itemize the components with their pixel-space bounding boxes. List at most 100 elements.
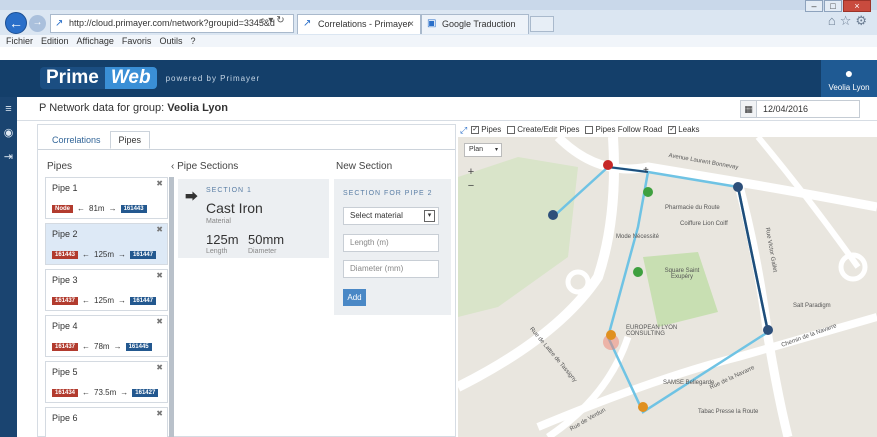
arrow-right-icon: → xyxy=(113,342,122,351)
checkbox-create-edit[interactable] xyxy=(507,126,516,134)
pipe-card[interactable]: Pipe 3 ✖ 161437 ← 125m → 161447 xyxy=(45,269,168,311)
menu-favoris[interactable]: Favoris xyxy=(122,35,152,47)
pipe-length: 125m xyxy=(94,250,115,259)
poi-label: Square Saint Exupéry xyxy=(664,268,700,280)
tab-correlations-panel[interactable]: Correlations xyxy=(43,131,110,149)
menu-edition[interactable]: Edition xyxy=(41,35,69,47)
address-bar[interactable]: ↗ http://cloud.primayer.com/network?grou… xyxy=(50,14,294,33)
date-picker[interactable]: ▦ 12/04/2016 xyxy=(740,100,860,118)
marker-orange[interactable] xyxy=(606,330,616,340)
new-tab-button[interactable] xyxy=(530,16,554,32)
checkbox-pipes[interactable]: ✓ xyxy=(471,126,480,134)
menu-fichier[interactable]: Fichier xyxy=(6,35,33,47)
menu-affichage[interactable]: Affichage xyxy=(77,35,114,47)
minimize-button[interactable]: – xyxy=(805,0,823,12)
hamburger-menu-icon[interactable]: ≡ xyxy=(0,97,17,121)
checkbox-leaks[interactable]: ✓ xyxy=(668,126,677,134)
zoom-out-button[interactable]: − xyxy=(464,179,478,193)
pipe-route: 161437 ← 78m → 161445 xyxy=(52,342,152,351)
close-icon[interactable]: ✖ xyxy=(156,271,163,280)
group-name: Veolia Lyon xyxy=(167,102,228,114)
add-section-button[interactable]: Add xyxy=(343,289,366,306)
arrow-right-icon: → xyxy=(108,204,117,213)
option-label: Leaks xyxy=(678,125,700,134)
search-icon[interactable]: ⌕ xyxy=(260,15,266,26)
refresh-icon[interactable]: ↻ xyxy=(276,15,284,26)
marker-blue[interactable] xyxy=(763,325,773,335)
section-material: Cast Iron xyxy=(206,200,263,216)
panel-splitter[interactable] xyxy=(169,177,174,437)
option-pipes[interactable]: ✓ Pipes xyxy=(471,123,501,137)
sign-out-icon[interactable]: ⇥ xyxy=(0,145,17,169)
pipe-card[interactable]: Pipe 5 ✖ 161434 ← 73.5m → 161427 xyxy=(45,361,168,403)
menu-outils[interactable]: Outils xyxy=(159,35,182,47)
map-type-select[interactable]: Plan ▾ xyxy=(464,143,502,157)
maximize-button[interactable]: □ xyxy=(824,0,842,12)
marker-blue[interactable] xyxy=(733,182,743,192)
close-icon[interactable]: ✖ xyxy=(156,225,163,234)
window-controls: – □ × xyxy=(805,0,871,12)
pipe-selected[interactable] xyxy=(736,186,770,333)
diameter-input[interactable]: Diameter (mm) xyxy=(343,260,439,278)
group-prefix: Network data for group: xyxy=(49,102,165,114)
option-follow-road[interactable]: Pipes Follow Road xyxy=(585,123,662,137)
checkbox-follow-road[interactable] xyxy=(585,126,594,134)
user-menu[interactable]: ● Veolia Lyon xyxy=(821,60,877,97)
gear-icon[interactable]: ⚙ xyxy=(855,13,871,28)
calendar-icon[interactable]: ▦ xyxy=(741,101,757,117)
pipe-card[interactable]: Pipe 2 ✖ 161443 ← 125m → 161447 xyxy=(45,223,168,265)
back-button[interactable]: ← xyxy=(5,12,27,34)
pipe-card[interactable]: Pipe 1 ✖ Node ← 81m → 161443 xyxy=(45,177,168,219)
option-leaks[interactable]: ✓ Leaks xyxy=(668,123,700,137)
section-diameter: 50mm xyxy=(248,232,285,247)
title-bar xyxy=(0,0,877,10)
close-icon[interactable]: ✖ xyxy=(156,409,163,418)
material-select[interactable]: Select material ▾ xyxy=(343,207,439,225)
pipe-length: 81m xyxy=(89,204,105,213)
zoom-in-button[interactable]: + xyxy=(464,165,478,179)
marker-red[interactable] xyxy=(603,160,613,170)
from-node-badge: 161437 xyxy=(52,342,79,351)
menu-help[interactable]: ? xyxy=(190,35,195,47)
option-create-edit-pipes[interactable]: Create/Edit Pipes xyxy=(507,123,579,137)
pipe-card[interactable]: Pipe 4 ✖ 161437 ← 78m → 161445 xyxy=(45,315,168,357)
close-icon[interactable]: ✖ xyxy=(156,363,163,372)
primeweb-logo[interactable]: Prime Web powered by Primayer xyxy=(40,66,260,90)
map-type-value: Plan xyxy=(469,146,484,153)
close-icon[interactable]: ✖ xyxy=(156,317,163,326)
share-icon[interactable]: ⮕ xyxy=(185,186,198,205)
close-window-button[interactable]: × xyxy=(843,0,871,12)
pipe-route: Node ← 81m → 161443 xyxy=(52,204,147,213)
arrow-right-icon: → xyxy=(120,388,129,397)
park-area xyxy=(643,252,718,327)
map-view[interactable]: + Plan ▾ + − Pharmacie du Route Coiffure… xyxy=(458,137,877,437)
marker-green[interactable] xyxy=(643,187,653,197)
map-canvas[interactable]: + xyxy=(458,137,877,437)
dropdown-icon[interactable]: ▾ xyxy=(268,15,273,26)
star-icon[interactable]: ☆ xyxy=(840,13,856,28)
pipe-card[interactable]: Pipe 6✖←→ xyxy=(45,407,168,437)
tab-pipes-panel[interactable]: Pipes xyxy=(109,131,151,149)
forward-arrow-icon: → xyxy=(32,17,43,28)
marker-orange[interactable] xyxy=(638,402,648,412)
marker-green[interactable] xyxy=(633,267,643,277)
close-icon[interactable]: ✖ xyxy=(156,179,163,188)
pipe-name: Pipe 4 xyxy=(52,321,78,331)
poi-label: Mode Nécessité xyxy=(616,234,660,240)
pipes-panel: Correlations Pipes Pipes ‹ Pipe Sections… xyxy=(37,124,456,437)
marker-blue[interactable] xyxy=(548,210,558,220)
home-icon[interactable]: ⌂ xyxy=(828,13,840,28)
section-card[interactable]: ⮕ SECTION 1 Cast Iron Material 125m 50mm… xyxy=(178,179,329,258)
chevron-down-icon: ▾ xyxy=(494,147,498,153)
tab-google-traduction[interactable]: ▣ Google Traduction xyxy=(421,14,529,34)
tab-correlations[interactable]: ↗ Correlations - Primayer × xyxy=(297,14,421,34)
primayer-p-icon: P xyxy=(39,102,47,114)
expand-icon[interactable]: ⤢ xyxy=(460,123,467,137)
length-input[interactable]: Length (m) xyxy=(343,234,439,252)
chevron-left-icon[interactable]: ‹ xyxy=(171,161,174,172)
globe-icon[interactable]: ◉ xyxy=(0,121,17,145)
close-tab-icon[interactable]: × xyxy=(408,15,414,34)
poi-label: Tabac Presse la Route xyxy=(698,409,759,415)
forward-button[interactable]: → xyxy=(29,15,46,32)
arrow-left-icon: ← xyxy=(82,296,91,305)
